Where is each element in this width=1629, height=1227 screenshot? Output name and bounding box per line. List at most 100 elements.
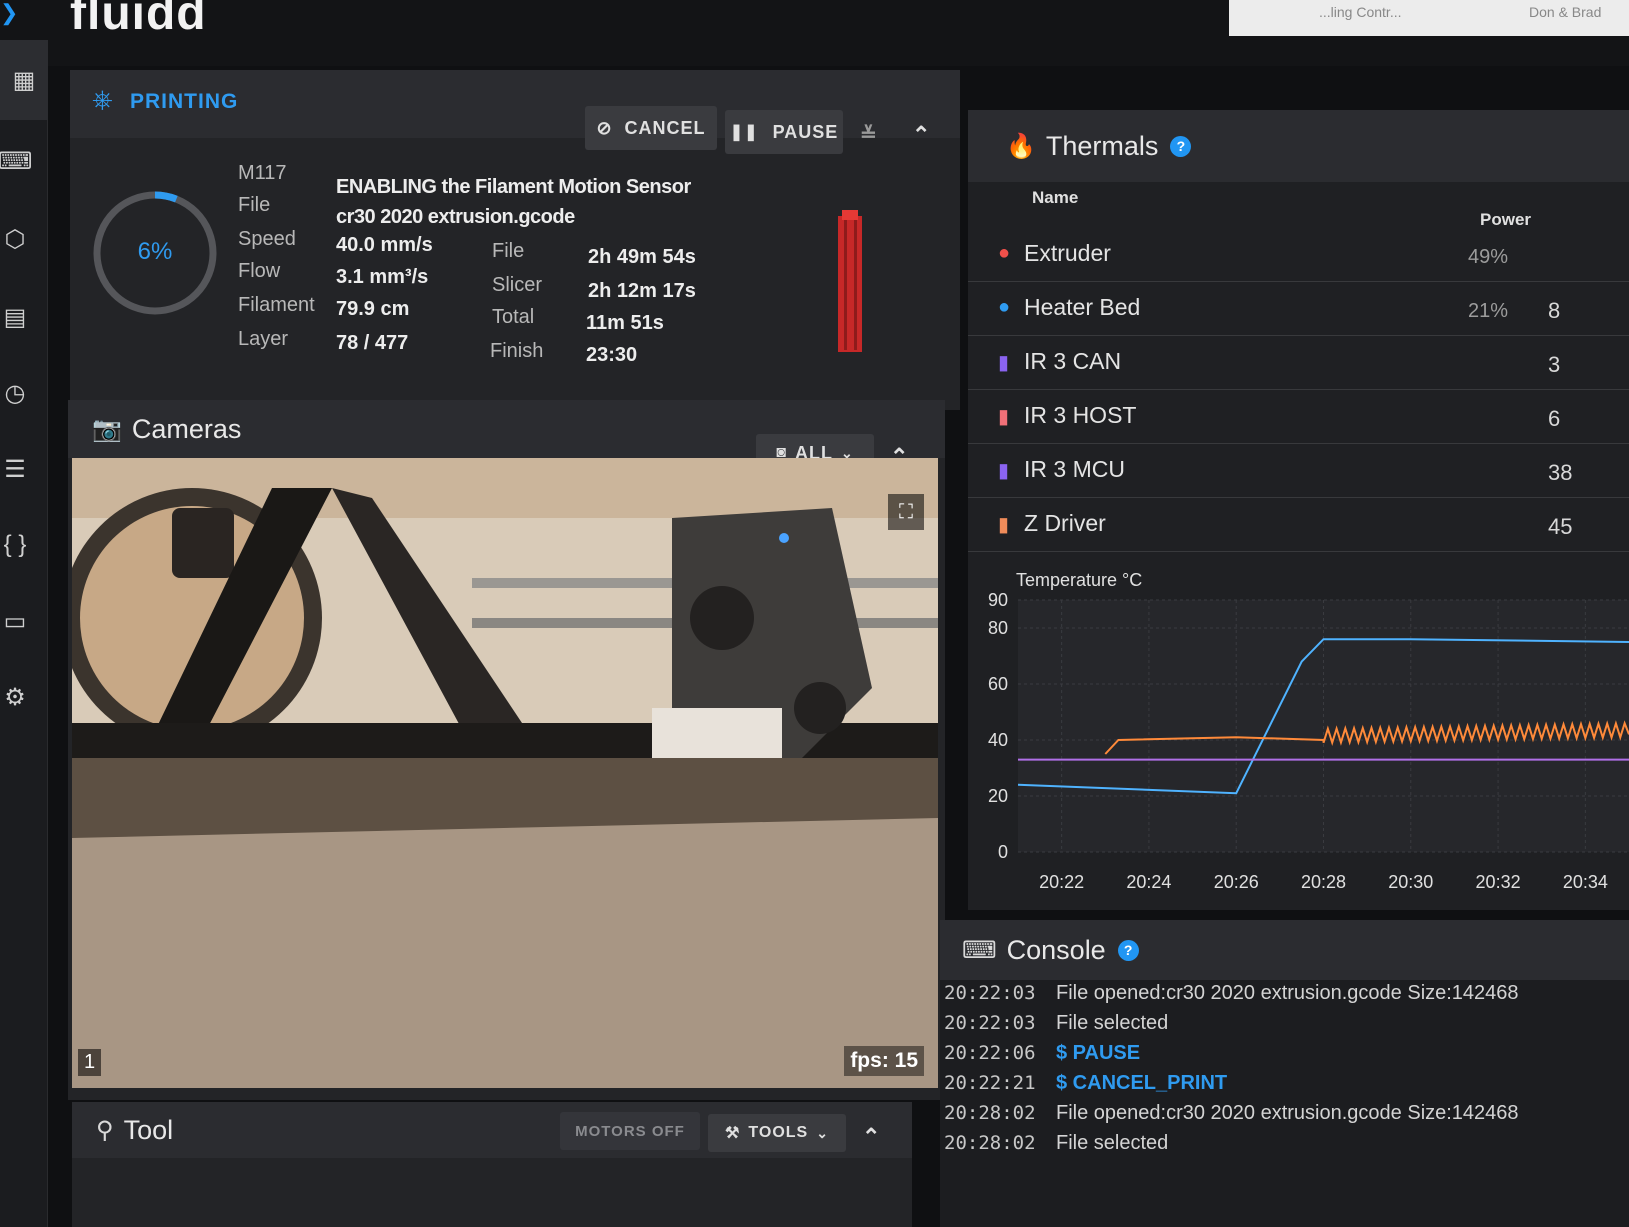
tune-icon[interactable]: ☰	[0, 454, 30, 484]
dashboard-icon[interactable]: ▦	[0, 40, 48, 120]
console-message[interactable]: $ PAUSE	[1056, 1042, 1140, 1065]
cancel-label: CANCEL	[624, 117, 706, 138]
console-line: 20:22:21 $ CANCEL_PRINT	[940, 1072, 1629, 1102]
cancel-icon: ⊘	[596, 117, 613, 138]
cancel-button[interactable]: ⊘ CANCEL	[585, 106, 717, 150]
speed-value: 40.0 mm/s	[336, 234, 433, 256]
top-strip-right: Don & Brad	[1529, 4, 1602, 20]
console-line: 20:22:03 File selected	[940, 1012, 1629, 1042]
finish-value: 23:30	[586, 344, 638, 366]
console-card: ⌨ Console ? 20:22:03 File opened:cr30 202…	[940, 920, 1629, 1227]
console-time: 20:22:21	[944, 1072, 1036, 1094]
terminal-icon: ⌨	[962, 936, 997, 964]
y-tick-label: 60	[988, 674, 1008, 694]
printing-title: PRINTING	[130, 90, 239, 113]
console-time: 20:22:03	[944, 982, 1036, 1004]
console-message: File opened:cr30 2020 extrusion.gcode Si…	[1056, 982, 1519, 1004]
camera-number: 1	[78, 1049, 102, 1076]
tools-label: TOOLS	[748, 1124, 809, 1141]
pause-label: PAUSE	[772, 121, 839, 142]
est-file-label: File	[492, 240, 525, 262]
thermals-card: 🔥 Thermals ? Name Power ● Extruder 49% ● Hea…	[968, 110, 1629, 910]
pause-button[interactable]: ❚❚ PAUSE	[725, 110, 843, 154]
x-tick-label: 20:24	[1126, 872, 1171, 892]
x-tick-label: 20:30	[1388, 872, 1433, 892]
console-line: 20:28:02 File selected	[940, 1132, 1629, 1162]
m117-value: ENABLING the Filament Motion Sensor	[336, 176, 691, 198]
cameras-card: 📷 Cameras ◙ ALL ⌄ ⌃ ⛶ 1 fps: 15	[68, 400, 945, 1100]
y-tick-label: 0	[998, 842, 1008, 862]
x-tick-label: 20:22	[1039, 872, 1084, 892]
fluidd-logo-icon: ❯	[0, 0, 19, 25]
layer-label: Layer	[238, 328, 289, 350]
console-header: ⌨ Console ?	[940, 920, 1629, 980]
temperature-chart: Temperature °C 02040608090 20:22 20:24 20:…	[988, 570, 1629, 892]
chevron-up-icon[interactable]: ⌃	[912, 122, 930, 148]
layer-value: 78 / 477	[336, 332, 409, 354]
file-value: cr30 2020 extrusion.gcode	[336, 206, 575, 228]
est-file-value: 2h 49m 54s	[588, 246, 696, 268]
chart-title: Temperature °C	[1016, 570, 1142, 590]
camera-icon: 📷	[92, 415, 122, 443]
console-line: 20:22:03 File opened:cr30 2020 extrusion.…	[940, 982, 1629, 1012]
browser-strip: ...ling Contr... Don & Brad	[1229, 0, 1629, 36]
files-icon[interactable]: ▤	[0, 302, 30, 332]
x-tick-label: 20:26	[1214, 872, 1259, 892]
x-axis-ticks: 20:22 20:24 20:26 20:28 20:30 20:32 20:34	[1039, 872, 1608, 892]
console-time: 20:28:02	[944, 1132, 1036, 1154]
x-tick-label: 20:32	[1476, 872, 1521, 892]
config-icon[interactable]: ▭	[0, 606, 30, 636]
tool-icon: ⚲	[96, 1116, 114, 1144]
console-message: File selected	[1056, 1012, 1169, 1034]
settings-gear-icon[interactable]: ⚙	[0, 682, 30, 712]
chevron-down-icon: ⌄	[816, 1124, 829, 1141]
finish-label: Finish	[490, 340, 544, 362]
y-tick-label: 90	[988, 590, 1008, 610]
tool-title: Tool	[123, 1114, 174, 1145]
console-title: Console	[1006, 934, 1106, 965]
total-value: 11m 51s	[586, 312, 664, 334]
slicer-value: 2h 12m 17s	[588, 280, 696, 302]
flow-value: 3.1 mm³/s	[336, 266, 429, 288]
filament-value: 79.9 cm	[336, 298, 410, 320]
console-line: 20:28:02 File opened:cr30 2020 extrusion.…	[940, 1102, 1629, 1132]
pause-icon: ❚❚	[729, 124, 759, 141]
speed-label: Speed	[238, 228, 296, 250]
chevron-up-icon[interactable]: ⌃	[862, 1124, 880, 1150]
x-tick-label: 20:34	[1563, 872, 1608, 892]
console-time: 20:22:03	[944, 1012, 1036, 1034]
collapse-lines-icon[interactable]: ≚	[860, 122, 877, 147]
tools-menu-button[interactable]: ⚒ TOOLS ⌄	[708, 1114, 846, 1152]
macros-icon[interactable]: { }	[0, 530, 30, 560]
slicer-label: Slicer	[492, 274, 543, 296]
tool-card: ⚲ Tool MOTORS OFF ⚒ TOOLS ⌄ ⌃	[72, 1102, 912, 1227]
motors-off-button[interactable]: MOTORS OFF	[560, 1112, 700, 1150]
help-icon[interactable]: ?	[1117, 939, 1139, 961]
wrench-icon: ⚒	[725, 1125, 741, 1142]
x-tick-label: 20:28	[1301, 872, 1346, 892]
print-preview-thumbnail	[838, 210, 862, 352]
console-line: 20:22:06 $ PAUSE	[940, 1042, 1629, 1072]
printer-status-icon: ⎈	[92, 84, 113, 114]
camera-stream[interactable]: ⛶ 1 fps: 15	[72, 458, 938, 1088]
printing-card: ⎈ PRINTING ⊘ CANCEL ❚❚ PAUSE ≚ ⌃ 6% M117…	[70, 70, 960, 410]
console-message: File selected	[1056, 1132, 1169, 1154]
y-tick-label: 40	[988, 730, 1008, 750]
history-icon[interactable]: ◷	[0, 378, 30, 408]
total-label: Total	[492, 306, 535, 328]
console-time: 20:22:06	[944, 1042, 1036, 1064]
console-icon[interactable]: ⌨	[0, 146, 32, 176]
filament-label: Filament	[238, 294, 315, 316]
y-axis-ticks: 0 20 40 60 80 90	[988, 590, 1008, 862]
progress-percent: 6%	[137, 238, 173, 265]
camera-image	[72, 458, 938, 1088]
console-message: File opened:cr30 2020 extrusion.gcode Si…	[1056, 1102, 1519, 1124]
y-tick-label: 20	[988, 786, 1008, 806]
printer-icon[interactable]: ⬡	[0, 224, 30, 254]
top-strip-left: ...ling Contr...	[1319, 4, 1402, 20]
cameras-title: Cameras	[131, 413, 242, 444]
console-message[interactable]: $ CANCEL_PRINT	[1056, 1072, 1227, 1095]
sidebar-nav: ▦ ⌨ ⬡ ▤ ◷ ☰ { } ▭ ⚙	[0, 40, 48, 1227]
fullscreen-icon[interactable]: ⛶	[888, 494, 924, 530]
fps-counter: fps: 15	[844, 1046, 924, 1076]
